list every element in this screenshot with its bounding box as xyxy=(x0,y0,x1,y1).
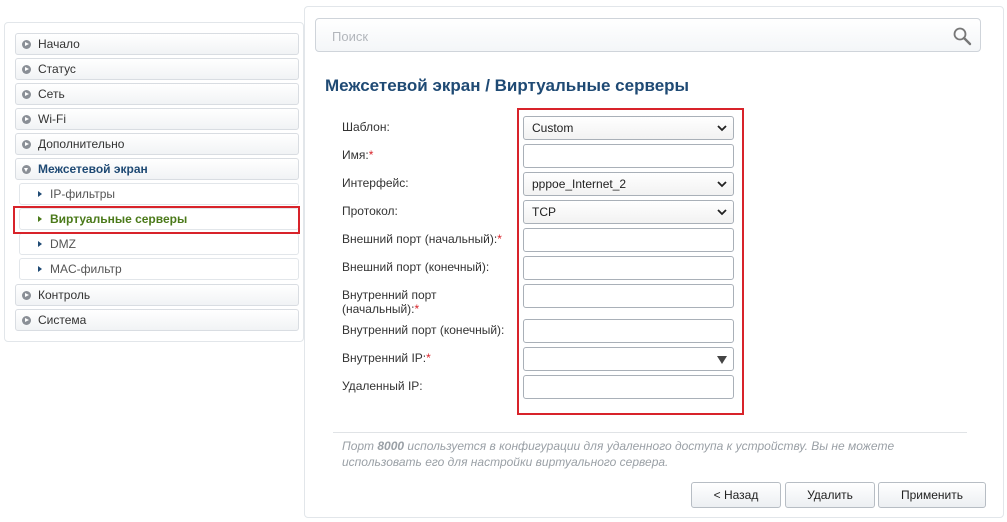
name-label-text: Имя: xyxy=(342,148,369,162)
sidebar-item-firewall[interactable]: Межсетевой экран xyxy=(15,158,299,180)
main-panel: Межсетевой экран / Виртуальные серверы Ш… xyxy=(304,6,1004,518)
protocol-select-value: TCP xyxy=(532,205,556,219)
ext-port-end-label: Внешний порт (конечный): xyxy=(342,260,490,274)
remote-ip-input[interactable] xyxy=(523,375,734,399)
sidebar-item-label: Межсетевой экран xyxy=(38,162,148,176)
sidebar-item-label: Дополнительно xyxy=(38,137,125,151)
required-mark: * xyxy=(368,148,374,162)
sidebar-item-control[interactable]: Контроль xyxy=(15,284,299,306)
int-port-start-input[interactable] xyxy=(523,284,734,308)
protocol-select[interactable]: TCP xyxy=(523,200,734,224)
sidebar-item-advanced[interactable]: Дополнительно xyxy=(15,133,299,155)
int-port-start-label-line2: (начальный): xyxy=(342,302,415,316)
internal-ip-combobox[interactable] xyxy=(523,347,734,371)
sidebar-item-network[interactable]: Сеть xyxy=(15,83,299,105)
sidebar-item-wifi[interactable]: Wi-Fi xyxy=(15,108,299,130)
sidebar-subitem-label: DMZ xyxy=(50,237,76,251)
divider xyxy=(333,432,967,433)
sidebar-menu: Начало Статус Сеть Wi-Fi Дополнительно М… xyxy=(4,22,304,342)
delete-button[interactable]: Удалить xyxy=(785,482,875,508)
int-port-end-label: Внутренний порт (конечный): xyxy=(342,323,505,337)
chevron-right-icon xyxy=(38,216,42,222)
note-prefix: Порт xyxy=(342,439,378,453)
sidebar-item-system[interactable]: Система xyxy=(15,309,299,331)
note-port: 8000 xyxy=(377,439,405,453)
required-mark: * xyxy=(426,351,431,365)
expand-icon xyxy=(22,39,31,49)
chevron-down-icon xyxy=(717,209,727,216)
chevron-right-icon xyxy=(38,241,42,247)
ext-port-start-input[interactable] xyxy=(523,228,734,252)
sidebar-item-label: Сеть xyxy=(38,87,65,101)
sidebar-subitem-virtual-servers[interactable]: Виртуальные серверы xyxy=(19,208,299,230)
sidebar-subitem-ip-filters[interactable]: IP-фильтры xyxy=(19,183,299,205)
interface-label: Интерфейс: xyxy=(342,176,409,190)
remote-ip-label: Удаленный IP: xyxy=(342,379,423,393)
sidebar-item-label: Wi-Fi xyxy=(38,112,66,126)
expand-icon xyxy=(22,315,31,325)
template-select-value: Custom xyxy=(532,121,574,135)
template-select[interactable]: Custom xyxy=(523,116,734,140)
search-input[interactable] xyxy=(330,19,934,53)
sidebar-item-start[interactable]: Начало xyxy=(15,33,299,55)
name-label: Имя:* xyxy=(342,148,373,162)
expand-icon xyxy=(22,139,31,149)
info-note: Порт 8000 используется в конфигурации дл… xyxy=(342,438,932,470)
sidebar-subitem-mac-filter[interactable]: MAC-фильтр xyxy=(19,258,299,280)
chevron-right-icon xyxy=(38,191,42,197)
sidebar-subitem-label: MAC-фильтр xyxy=(50,262,122,276)
ext-port-start-label: Внешний порт (начальный):* xyxy=(342,232,502,246)
sidebar-subitem-dmz[interactable]: DMZ xyxy=(19,233,299,255)
search-bar xyxy=(315,18,981,53)
interface-select[interactable]: pppoe_Internet_2 xyxy=(523,172,734,196)
int-port-end-input[interactable] xyxy=(523,319,734,343)
internal-ip-label: Внутренний IP:* xyxy=(342,351,431,365)
sidebar-item-label: Система xyxy=(38,313,87,327)
dropdown-arrow-icon[interactable] xyxy=(717,356,727,364)
search-icon[interactable] xyxy=(952,26,972,46)
protocol-label: Протокол: xyxy=(342,204,398,218)
expand-icon xyxy=(22,64,31,74)
int-port-start-label-line1: Внутренний порт xyxy=(342,288,437,302)
note-suffix: используется в конфигурации для удаленно… xyxy=(342,439,895,469)
sidebar-subitem-label: Виртуальные серверы xyxy=(50,212,188,226)
name-input[interactable] xyxy=(523,144,734,168)
sidebar-item-label: Начало xyxy=(38,37,80,51)
int-port-start-label: Внутренний порт (начальный):* xyxy=(342,288,437,316)
chevron-down-icon xyxy=(717,181,727,188)
expand-icon xyxy=(22,89,31,99)
sidebar-item-label: Контроль xyxy=(38,288,91,302)
sidebar-item-status[interactable]: Статус xyxy=(15,58,299,80)
collapse-icon xyxy=(22,164,31,174)
template-label: Шаблон: xyxy=(342,120,390,134)
ext-port-start-label-text: Внешний порт (начальный): xyxy=(342,232,498,246)
chevron-right-icon xyxy=(38,266,42,272)
page-title: Межсетевой экран / Виртуальные серверы xyxy=(325,76,690,95)
expand-icon xyxy=(22,114,31,124)
ext-port-end-input[interactable] xyxy=(523,256,734,280)
back-button[interactable]: < Назад xyxy=(691,482,781,508)
chevron-down-icon xyxy=(717,125,727,132)
sidebar-subitem-label: IP-фильтры xyxy=(50,187,116,201)
required-mark: * xyxy=(414,302,420,316)
sidebar-item-label: Статус xyxy=(38,62,76,76)
internal-ip-label-text: Внутренний IP: xyxy=(342,351,427,365)
expand-icon xyxy=(22,290,31,300)
required-mark: * xyxy=(497,232,502,246)
apply-button[interactable]: Применить xyxy=(878,482,986,508)
interface-select-value: pppoe_Internet_2 xyxy=(532,177,627,191)
